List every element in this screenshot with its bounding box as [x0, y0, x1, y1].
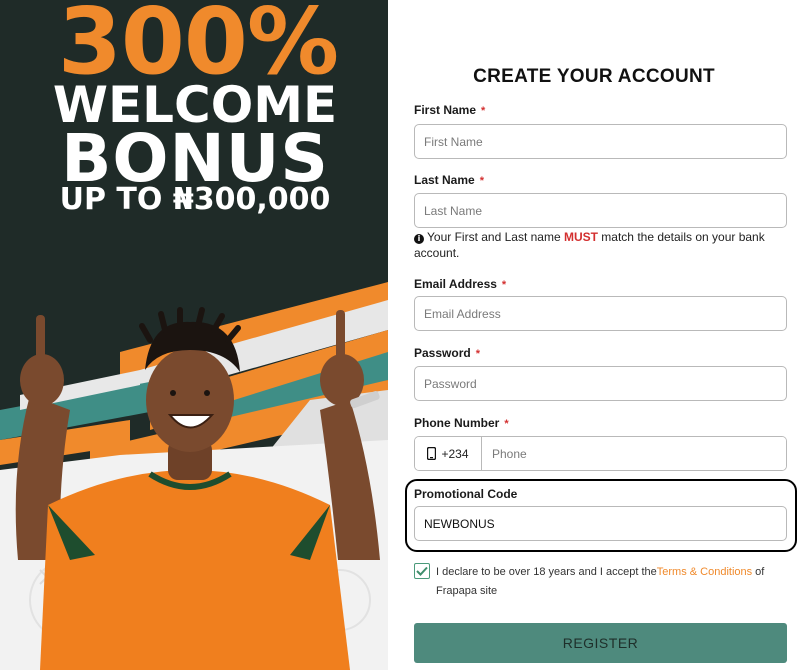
required-mark: * [504, 418, 509, 430]
note-emphasis: MUST [563, 230, 598, 244]
required-mark: * [501, 279, 507, 291]
last-name-field[interactable] [414, 193, 787, 228]
password-label-text: Password [414, 346, 471, 360]
phone-label-text: Phone Number [414, 416, 500, 430]
email-label-text: Email Address [414, 277, 497, 291]
last-name-label: Last Name * [414, 173, 484, 187]
info-circle-icon: i [414, 234, 424, 244]
required-mark: * [479, 175, 484, 187]
promo-percent: 300% [57, 0, 339, 95]
first-name-field[interactable] [414, 124, 787, 159]
phone-label: Phone Number * [414, 416, 509, 430]
required-mark: * [475, 348, 480, 360]
checkmark-icon [416, 566, 428, 576]
name-match-note: i Your First and Last name MUST match the… [414, 229, 774, 261]
mobile-phone-icon [427, 447, 437, 460]
country-code: +234 [441, 446, 469, 461]
age-terms-checkbox[interactable] [414, 563, 430, 579]
country-code-prefix[interactable]: +234 [415, 437, 482, 470]
phone-field[interactable] [482, 437, 786, 470]
declaration-text: I declare to be over 18 years and I acce… [436, 563, 781, 601]
note-text-before: Your First and Last name [427, 230, 564, 244]
promo-code-field[interactable] [414, 506, 787, 541]
signup-form: CREATE YOUR ACCOUNT First Name * Last Nam… [388, 0, 800, 670]
register-button[interactable]: REGISTER [414, 623, 787, 663]
page-title: CREATE YOUR ACCOUNT [473, 66, 715, 87]
password-field[interactable] [414, 366, 787, 401]
email-field[interactable] [414, 296, 787, 331]
phone-field-group: +234 [414, 436, 787, 471]
password-label: Password * [414, 346, 480, 360]
terms-conditions-link[interactable]: Terms & Conditions [657, 566, 752, 578]
required-mark: * [481, 105, 486, 117]
declaration-text-before: I declare to be over 18 years and I acce… [436, 566, 657, 578]
promo-code-label: Promotional Code [414, 487, 518, 501]
first-name-label: First Name * [414, 103, 485, 117]
promo-amount-text: UP TO ₦300,000 [59, 182, 331, 217]
first-name-label-text: First Name [414, 103, 477, 117]
email-label: Email Address * [414, 277, 506, 291]
promo-banner: 300% WELCOME BONUS UP TO ₦300,000 [0, 0, 388, 670]
last-name-label-text: Last Name [414, 173, 475, 187]
